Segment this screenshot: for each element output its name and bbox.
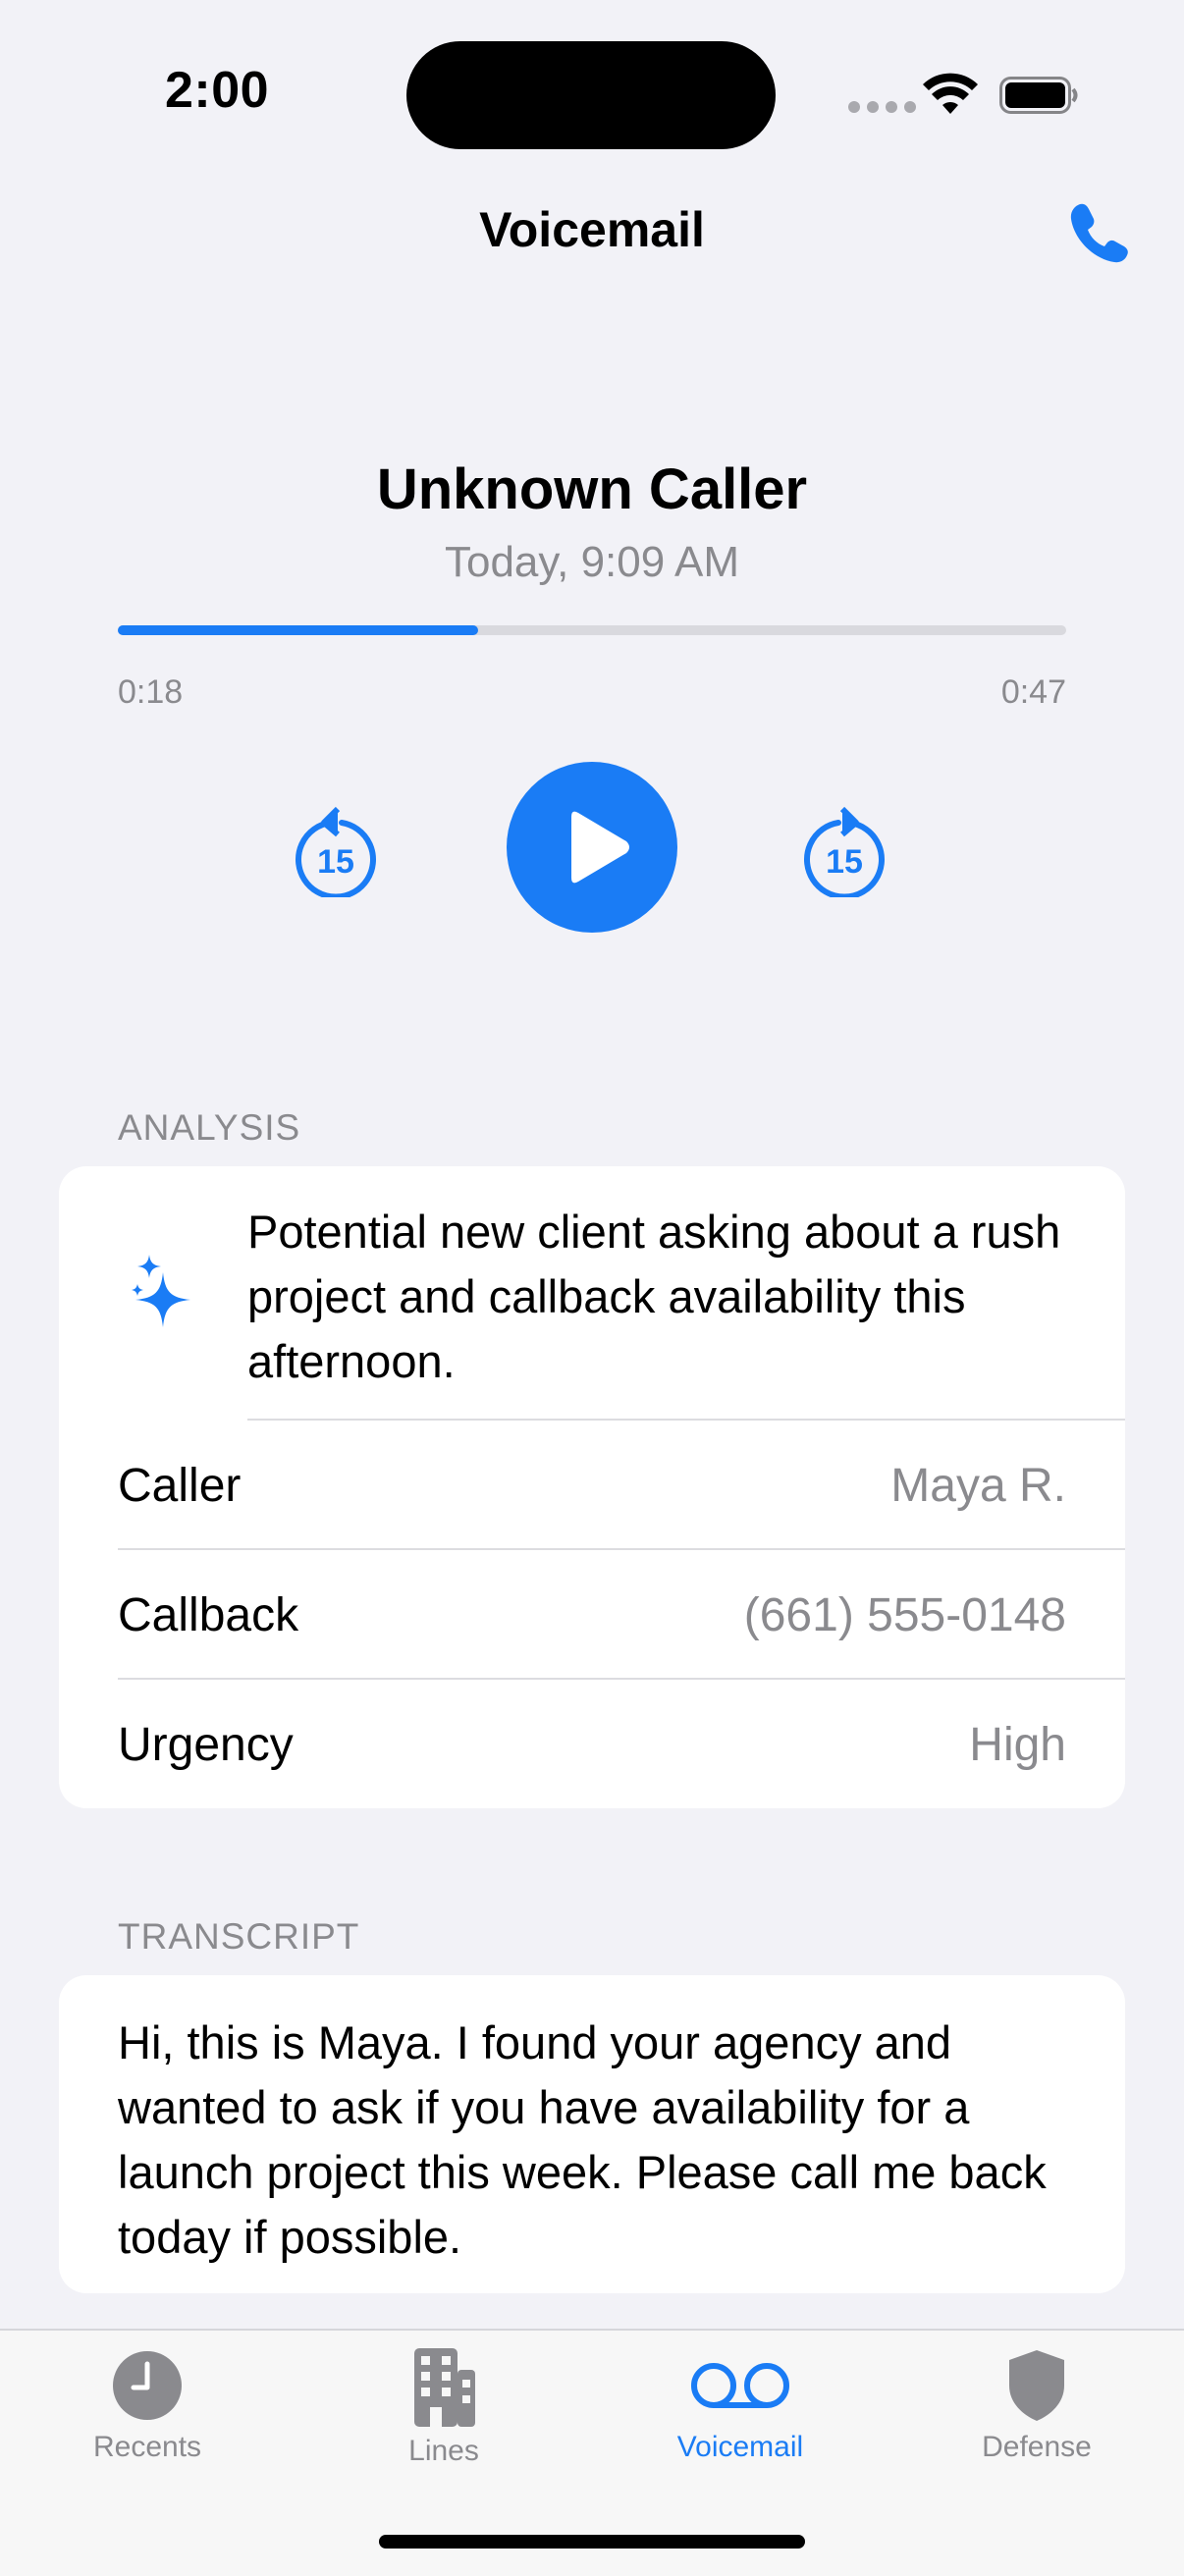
callback-value[interactable]: (661) 555-0148	[744, 1588, 1066, 1642]
voicemail-icon	[691, 2363, 789, 2408]
divider	[118, 1548, 1125, 1550]
sparkle-icon	[132, 1255, 190, 1327]
battery-icon	[999, 77, 1078, 114]
analysis-summary: Potential new client asking about a rush…	[247, 1206, 1061, 1387]
caller-label: Caller	[118, 1460, 242, 1512]
tab-label: Lines	[408, 2435, 479, 2467]
callback-label: Callback	[118, 1589, 299, 1641]
page-title: Voicemail	[479, 202, 705, 257]
svg-text:15: 15	[826, 843, 863, 881]
urgency-value: High	[969, 1719, 1066, 1771]
tab-label: Voicemail	[676, 2431, 804, 2463]
caller-value: Maya R.	[890, 1460, 1066, 1512]
elapsed-time: 0:18	[118, 673, 184, 711]
total-duration: 0:47	[1000, 673, 1066, 711]
tab-voicemail[interactable]: Voicemail	[642, 2348, 838, 2464]
analysis-card: Potential new client asking about a rush…	[59, 1166, 1125, 1808]
tab-label: Recents	[92, 2431, 202, 2463]
skip-forward-15-button[interactable]: 15	[799, 799, 889, 897]
play-button[interactable]	[507, 762, 677, 933]
building-icon	[414, 2348, 475, 2427]
skip-back-15-button[interactable]: 15	[291, 799, 381, 897]
transcript-text: Hi, this is Maya. I found your agency an…	[118, 2016, 1047, 2263]
wifi-icon	[923, 73, 978, 114]
play-icon	[571, 811, 629, 884]
transcript-section-header: TRANSCRIPT	[118, 1916, 360, 1957]
status-time: 2:00	[165, 62, 270, 119]
clock-icon	[113, 2351, 182, 2420]
voicemail-date: Today, 9:09 AM	[444, 538, 740, 586]
tab-lines[interactable]: Lines	[346, 2348, 542, 2468]
urgency-label: Urgency	[118, 1719, 294, 1771]
cellular-signal-icon	[848, 101, 916, 113]
playback-progress	[118, 625, 479, 635]
playback-scrubber[interactable]	[118, 625, 1066, 635]
caller-name: Unknown Caller	[376, 457, 808, 521]
divider	[118, 1678, 1125, 1680]
svg-text:15: 15	[317, 843, 354, 881]
phone-icon[interactable]	[1066, 200, 1131, 265]
shield-icon	[1009, 2350, 1064, 2421]
tab-defense[interactable]: Defense	[939, 2348, 1135, 2464]
tab-recents[interactable]: Recents	[49, 2348, 245, 2464]
divider	[247, 1419, 1125, 1421]
dynamic-island	[406, 41, 776, 149]
tab-label: Defense	[982, 2431, 1092, 2463]
home-indicator	[379, 2535, 805, 2549]
transcript-card: Hi, this is Maya. I found your agency an…	[59, 1975, 1125, 2293]
analysis-section-header: ANALYSIS	[118, 1107, 301, 1148]
